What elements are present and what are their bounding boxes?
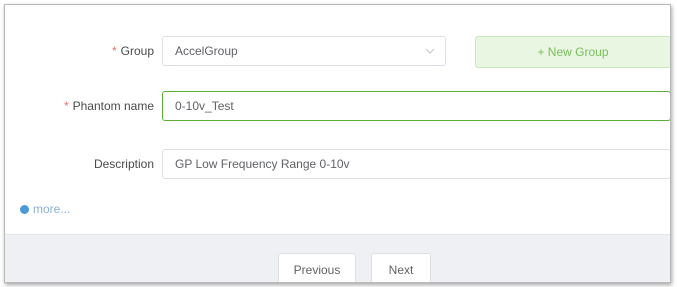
- phantom-name-value: 0-10v_Test: [175, 99, 234, 113]
- phantom-name-label-text: Phantom name: [72, 99, 154, 113]
- description-value: GP Low Frequency Range 0-10v: [175, 157, 350, 171]
- required-mark: *: [63, 99, 69, 113]
- more-link-label: more...: [33, 202, 71, 216]
- form-card: * Group AccelGroup + New Group * Phantom n…: [5, 5, 670, 235]
- group-label-text: Group: [120, 44, 154, 58]
- next-button[interactable]: Next: [371, 253, 431, 282]
- info-circle-icon: [20, 204, 29, 214]
- phantom-name-row: * Phantom name 0-10v_Test: [5, 91, 670, 121]
- description-row: Description GP Low Frequency Range 0-10v: [5, 149, 670, 179]
- phantom-name-label: * Phantom name: [64, 91, 154, 121]
- group-label: * Group: [112, 36, 154, 66]
- new-group-button[interactable]: + New Group: [475, 36, 670, 68]
- group-select-value: AccelGroup: [175, 44, 238, 58]
- required-mark: *: [111, 44, 117, 58]
- description-input[interactable]: GP Low Frequency Range 0-10v: [162, 149, 670, 179]
- wizard-window: * Group AccelGroup + New Group * Phantom n…: [4, 4, 671, 283]
- phantom-name-input[interactable]: 0-10v_Test: [162, 91, 670, 121]
- description-label-text: Description: [93, 157, 154, 171]
- more-link[interactable]: more...: [20, 202, 70, 216]
- group-select[interactable]: AccelGroup: [162, 36, 446, 66]
- previous-button[interactable]: Previous: [278, 253, 356, 282]
- description-label: Description: [94, 149, 154, 179]
- chevron-down-icon: [425, 48, 435, 54]
- group-row: * Group AccelGroup + New Group: [5, 36, 670, 68]
